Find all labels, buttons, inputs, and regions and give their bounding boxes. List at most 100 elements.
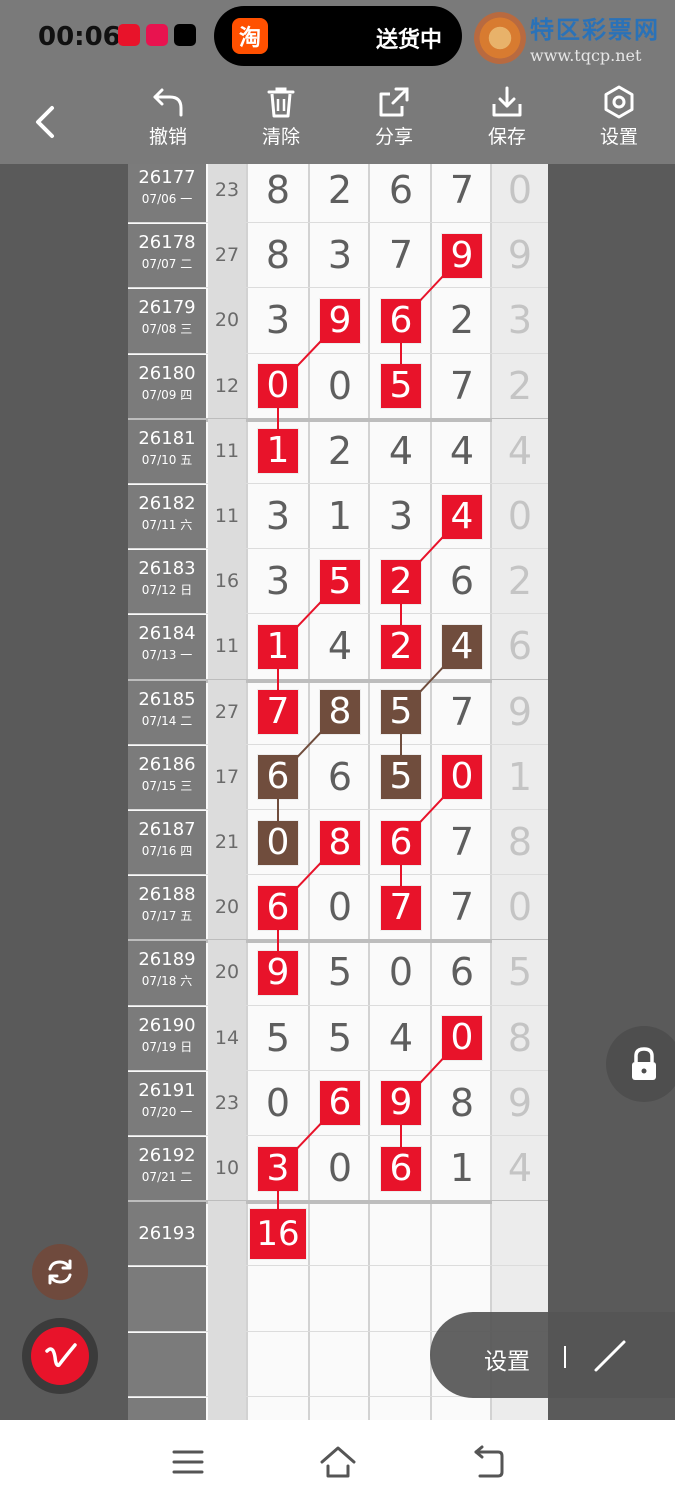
settings-button[interactable]: 设置 bbox=[579, 84, 659, 149]
live-activity-pill[interactable]: 淘 送货中 bbox=[214, 6, 462, 66]
highlighted-digit[interactable]: 8 bbox=[320, 820, 360, 865]
sum-cell: 20 bbox=[208, 940, 246, 1006]
digit-cell[interactable]: 3 bbox=[248, 288, 308, 353]
highlighted-digit[interactable]: 5 bbox=[320, 559, 360, 604]
highlighted-digit[interactable]: 5 bbox=[381, 690, 421, 735]
digit-cell[interactable]: 6 bbox=[310, 745, 370, 810]
last-digit-cell: 1 bbox=[492, 744, 548, 810]
digit-cell[interactable]: 1 bbox=[310, 484, 370, 549]
highlighted-digit[interactable]: 6 bbox=[381, 820, 421, 865]
digit-cell[interactable]: 7 bbox=[371, 223, 431, 288]
undo-button[interactable]: 撤销 bbox=[128, 84, 208, 149]
highlighted-digit[interactable]: 4 bbox=[442, 494, 482, 539]
empty-issue-cell bbox=[128, 1332, 206, 1396]
highlighted-digit[interactable]: 5 bbox=[381, 364, 421, 409]
highlighted-digit[interactable]: 0 bbox=[442, 755, 482, 800]
last-digit-cell: 2 bbox=[492, 353, 548, 419]
highlighted-digit[interactable]: 5 bbox=[381, 755, 421, 800]
digit-cell[interactable]: 3 bbox=[310, 223, 370, 288]
digit-cell[interactable]: 6 bbox=[432, 940, 492, 1005]
clear-button[interactable]: 清除 bbox=[241, 84, 321, 149]
digit-cell[interactable]: 2 bbox=[310, 164, 370, 223]
toolbar: 撤销 清除 分享 保存 设置 bbox=[0, 78, 675, 164]
digit-cell[interactable]: 4 bbox=[310, 614, 370, 679]
highlighted-digit[interactable]: 6 bbox=[258, 755, 298, 800]
nav-back-button[interactable] bbox=[468, 1442, 508, 1482]
draw-settings-label[interactable]: 设置 bbox=[484, 1342, 530, 1376]
status-bar: 00:06 淘 送货中 特区彩票网 www.tqcp.net bbox=[0, 0, 675, 78]
digit-cell[interactable]: 7 bbox=[432, 810, 492, 875]
pen-button[interactable] bbox=[22, 1318, 98, 1394]
last-digit-cell: 4 bbox=[492, 418, 548, 484]
digit-cell[interactable]: 3 bbox=[371, 484, 431, 549]
digit-cell[interactable]: 0 bbox=[248, 1071, 308, 1136]
digit-cell[interactable]: 3 bbox=[248, 484, 308, 549]
pending-value[interactable]: 16 bbox=[250, 1208, 306, 1259]
highlighted-digit[interactable]: 0 bbox=[258, 364, 298, 409]
digit-cell[interactable]: 0 bbox=[371, 940, 431, 1005]
line-tool-icon[interactable] bbox=[590, 1336, 630, 1376]
digit-cell[interactable]: 0 bbox=[310, 1136, 370, 1201]
highlighted-digit[interactable]: 1 bbox=[258, 429, 298, 474]
refresh-button[interactable] bbox=[32, 1244, 88, 1300]
digit-cell[interactable]: 5 bbox=[310, 1006, 370, 1071]
highlighted-digit[interactable]: 0 bbox=[442, 1016, 482, 1061]
highlighted-digit[interactable]: 4 bbox=[442, 625, 482, 669]
digit-cell[interactable]: 7 bbox=[432, 354, 492, 419]
sum-cell: 12 bbox=[208, 353, 246, 419]
digit-cell[interactable]: 6 bbox=[432, 549, 492, 614]
back-button[interactable] bbox=[24, 100, 68, 144]
menu-icon bbox=[172, 1450, 204, 1474]
highlighted-digit[interactable]: 3 bbox=[258, 1146, 298, 1191]
digit-cell[interactable]: 4 bbox=[371, 1006, 431, 1071]
highlighted-digit[interactable]: 9 bbox=[381, 1081, 421, 1126]
digit-cell[interactable]: 1 bbox=[432, 1136, 492, 1201]
digit-cell[interactable]: 8 bbox=[432, 1071, 492, 1136]
highlighted-digit[interactable]: 2 bbox=[381, 559, 421, 604]
digit-cell[interactable]: 2 bbox=[310, 419, 370, 484]
digit-cell[interactable]: 5 bbox=[310, 940, 370, 1005]
highlighted-digit[interactable]: 8 bbox=[320, 690, 360, 735]
issue-date: 07/10 五 bbox=[141, 452, 193, 467]
menu-button[interactable] bbox=[168, 1442, 208, 1482]
digit-cell[interactable]: 4 bbox=[432, 419, 492, 484]
issue-date: 07/09 四 bbox=[141, 387, 193, 402]
digit-cell[interactable]: 5 bbox=[248, 1006, 308, 1071]
highlighted-digit[interactable]: 6 bbox=[381, 1146, 421, 1191]
issue-cell: 26179 07/08 三 bbox=[128, 289, 206, 353]
digit-cell[interactable]: 7 bbox=[432, 875, 492, 940]
digit-cell[interactable]: 2 bbox=[432, 288, 492, 353]
digit-cell[interactable]: 3 bbox=[248, 549, 308, 614]
highlighted-digit[interactable]: 7 bbox=[381, 885, 421, 930]
highlighted-digit[interactable]: 7 bbox=[258, 690, 298, 735]
digit-cell[interactable]: 8 bbox=[248, 164, 308, 223]
highlighted-digit[interactable]: 9 bbox=[442, 233, 482, 278]
digit-cell[interactable]: 6 bbox=[371, 164, 431, 223]
highlighted-digit[interactable]: 6 bbox=[320, 1081, 360, 1126]
highlighted-digit[interactable]: 6 bbox=[258, 885, 298, 930]
save-button[interactable]: 保存 bbox=[467, 84, 547, 149]
issue-number: 26191 bbox=[138, 1079, 196, 1101]
digit-cell[interactable]: 0 bbox=[310, 875, 370, 940]
highlighted-digit[interactable]: 9 bbox=[258, 951, 298, 995]
trend-chart[interactable]: 2617707/06 一23826702617807/07 二278379926… bbox=[128, 164, 548, 1420]
last-digit-cell: 0 bbox=[492, 484, 548, 550]
digit-cell[interactable]: 0 bbox=[310, 354, 370, 419]
draw-settings-panel[interactable]: 设置 bbox=[430, 1312, 675, 1398]
empty-last-cell bbox=[492, 1396, 548, 1420]
watermark-logo-icon bbox=[474, 12, 526, 64]
highlighted-digit[interactable]: 9 bbox=[320, 299, 360, 343]
last-digit-cell: 8 bbox=[492, 1005, 548, 1071]
last-digit-cell: 3 bbox=[492, 288, 548, 354]
highlighted-digit[interactable]: 1 bbox=[258, 625, 298, 669]
highlighted-digit[interactable]: 0 bbox=[258, 820, 298, 865]
lock-button[interactable] bbox=[606, 1026, 675, 1102]
digit-cell[interactable]: 7 bbox=[432, 680, 492, 745]
highlighted-digit[interactable]: 6 bbox=[381, 299, 421, 343]
home-button[interactable] bbox=[318, 1442, 358, 1482]
digit-cell[interactable]: 4 bbox=[371, 419, 431, 484]
digit-cell[interactable]: 8 bbox=[248, 223, 308, 288]
share-button[interactable]: 分享 bbox=[354, 84, 434, 149]
highlighted-digit[interactable]: 2 bbox=[381, 625, 421, 669]
digit-cell[interactable]: 7 bbox=[432, 164, 492, 223]
